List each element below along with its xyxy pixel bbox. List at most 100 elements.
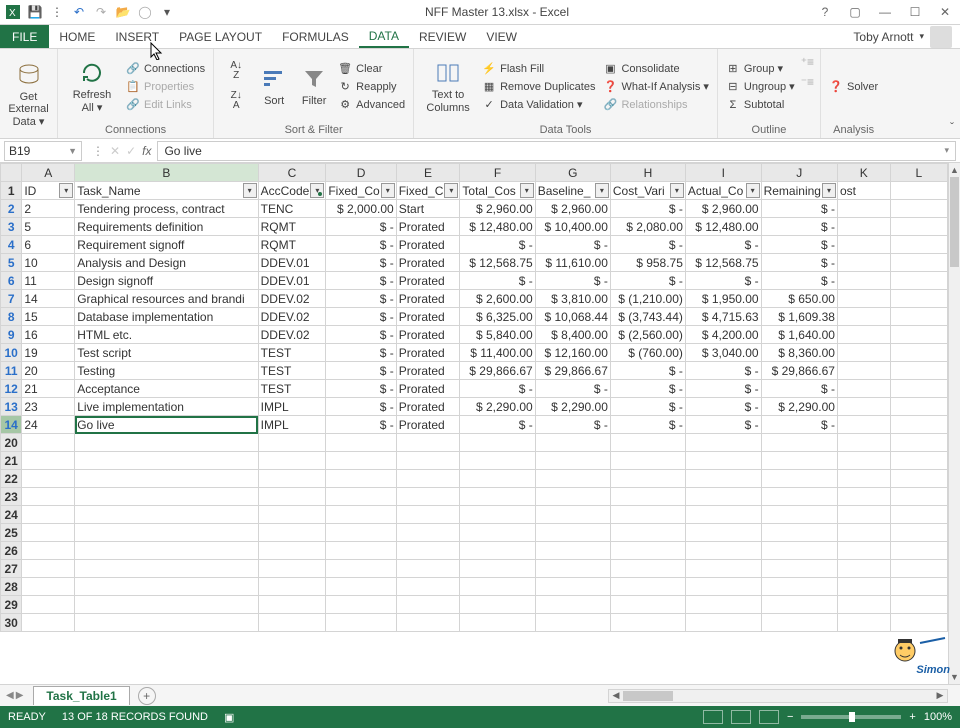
- cell[interactable]: [890, 524, 947, 542]
- zoom-in-icon[interactable]: +: [909, 711, 915, 723]
- cell[interactable]: Test script: [75, 344, 258, 362]
- maximize-icon[interactable]: ☐: [904, 3, 926, 21]
- cell[interactable]: Go live: [75, 416, 258, 434]
- cell[interactable]: [22, 524, 75, 542]
- cell[interactable]: [396, 542, 460, 560]
- cell[interactable]: [326, 470, 396, 488]
- flash-fill-button[interactable]: ⚡Flash Fill: [480, 61, 597, 77]
- cell[interactable]: [258, 596, 326, 614]
- filter-dropdown-icon[interactable]: ▾: [670, 183, 684, 198]
- cell[interactable]: [890, 272, 947, 290]
- cell[interactable]: 2: [22, 200, 75, 218]
- cell[interactable]: $ -: [610, 416, 685, 434]
- cell[interactable]: [326, 560, 396, 578]
- cell[interactable]: $ -: [761, 380, 837, 398]
- select-all-cell[interactable]: [1, 164, 22, 182]
- filter-dropdown-icon[interactable]: ▾: [381, 183, 395, 198]
- cell[interactable]: [75, 578, 258, 596]
- cell[interactable]: [396, 614, 460, 632]
- cell[interactable]: [535, 452, 610, 470]
- cell[interactable]: Live implementation: [75, 398, 258, 416]
- cell[interactable]: $ -: [610, 236, 685, 254]
- cell[interactable]: [837, 308, 890, 326]
- cell[interactable]: $ -: [761, 272, 837, 290]
- cell[interactable]: Prorated: [396, 380, 460, 398]
- cell[interactable]: [685, 470, 761, 488]
- cell[interactable]: [685, 596, 761, 614]
- cell[interactable]: $ -: [610, 362, 685, 380]
- cell[interactable]: [258, 542, 326, 560]
- cell[interactable]: [837, 434, 890, 452]
- scroll-thumb[interactable]: [950, 177, 959, 267]
- cell[interactable]: [837, 272, 890, 290]
- cell[interactable]: Graphical resources and brandi: [75, 290, 258, 308]
- zoom-level[interactable]: 100%: [924, 711, 952, 723]
- cell[interactable]: [890, 254, 947, 272]
- cell[interactable]: Prorated: [396, 254, 460, 272]
- cell[interactable]: DDEV.02: [258, 308, 326, 326]
- minimize-icon[interactable]: —: [874, 3, 896, 21]
- undo-icon[interactable]: ↶: [70, 3, 88, 21]
- header-total-cost[interactable]: Total_Cos▾: [460, 182, 535, 200]
- col-header-d[interactable]: D: [326, 164, 396, 182]
- cell[interactable]: 24: [22, 416, 75, 434]
- horizontal-scrollbar[interactable]: ◀ ▶: [608, 689, 948, 703]
- cell[interactable]: RQMT: [258, 236, 326, 254]
- row-header[interactable]: 23: [1, 488, 22, 506]
- whatif-button[interactable]: ❓What-If Analysis ▾: [601, 79, 710, 95]
- tab-home[interactable]: HOME: [49, 25, 105, 48]
- cell[interactable]: [75, 470, 258, 488]
- cell[interactable]: $ 11,400.00: [460, 344, 535, 362]
- remove-duplicates-button[interactable]: ▦Remove Duplicates: [480, 79, 597, 95]
- cell[interactable]: 5: [22, 218, 75, 236]
- cell[interactable]: [396, 452, 460, 470]
- cell[interactable]: [890, 380, 947, 398]
- filter-dropdown-icon[interactable]: ▾: [595, 183, 609, 198]
- filter-dropdown-icon[interactable]: ▾: [444, 183, 458, 198]
- cell[interactable]: $ 6,325.00: [460, 308, 535, 326]
- cell[interactable]: $ -: [535, 416, 610, 434]
- row-header[interactable]: 4: [1, 236, 22, 254]
- cell[interactable]: $ 29,866.67: [535, 362, 610, 380]
- fx-icon[interactable]: fx: [142, 144, 151, 158]
- cell[interactable]: [837, 470, 890, 488]
- cell[interactable]: $ -: [535, 272, 610, 290]
- cell[interactable]: [837, 560, 890, 578]
- cell[interactable]: [890, 452, 947, 470]
- cell[interactable]: [761, 578, 837, 596]
- cell[interactable]: $ -: [685, 362, 761, 380]
- cell[interactable]: [460, 596, 535, 614]
- cell[interactable]: $ 2,600.00: [460, 290, 535, 308]
- cell[interactable]: [761, 596, 837, 614]
- cell[interactable]: [761, 470, 837, 488]
- cell[interactable]: DDEV.02: [258, 290, 326, 308]
- cell[interactable]: $ 2,000.00: [326, 200, 396, 218]
- row-header[interactable]: 24: [1, 506, 22, 524]
- cell[interactable]: [837, 542, 890, 560]
- cell[interactable]: $ 2,290.00: [535, 398, 610, 416]
- cell[interactable]: $ -: [761, 254, 837, 272]
- cell[interactable]: $ -: [326, 344, 396, 362]
- cell[interactable]: 10: [22, 254, 75, 272]
- cell[interactable]: [460, 452, 535, 470]
- cell[interactable]: [75, 434, 258, 452]
- row-header[interactable]: 7: [1, 290, 22, 308]
- cell[interactable]: Prorated: [396, 308, 460, 326]
- cell[interactable]: $ -: [460, 416, 535, 434]
- row-header[interactable]: 26: [1, 542, 22, 560]
- cell[interactable]: $ 29,866.67: [460, 362, 535, 380]
- cell[interactable]: [761, 614, 837, 632]
- cell[interactable]: [837, 326, 890, 344]
- cancel-icon[interactable]: ✕: [110, 144, 120, 158]
- close-icon[interactable]: ✕: [934, 3, 956, 21]
- clear-button[interactable]: 🗑Clear: [336, 61, 407, 77]
- header-fixed-cost[interactable]: Fixed_Co▾: [326, 182, 396, 200]
- cell[interactable]: [837, 254, 890, 272]
- cell[interactable]: [326, 452, 396, 470]
- cell[interactable]: Testing: [75, 362, 258, 380]
- cell[interactable]: $ -: [761, 236, 837, 254]
- cell[interactable]: [610, 614, 685, 632]
- cell[interactable]: [890, 470, 947, 488]
- cell[interactable]: $ -: [761, 218, 837, 236]
- cell[interactable]: [460, 542, 535, 560]
